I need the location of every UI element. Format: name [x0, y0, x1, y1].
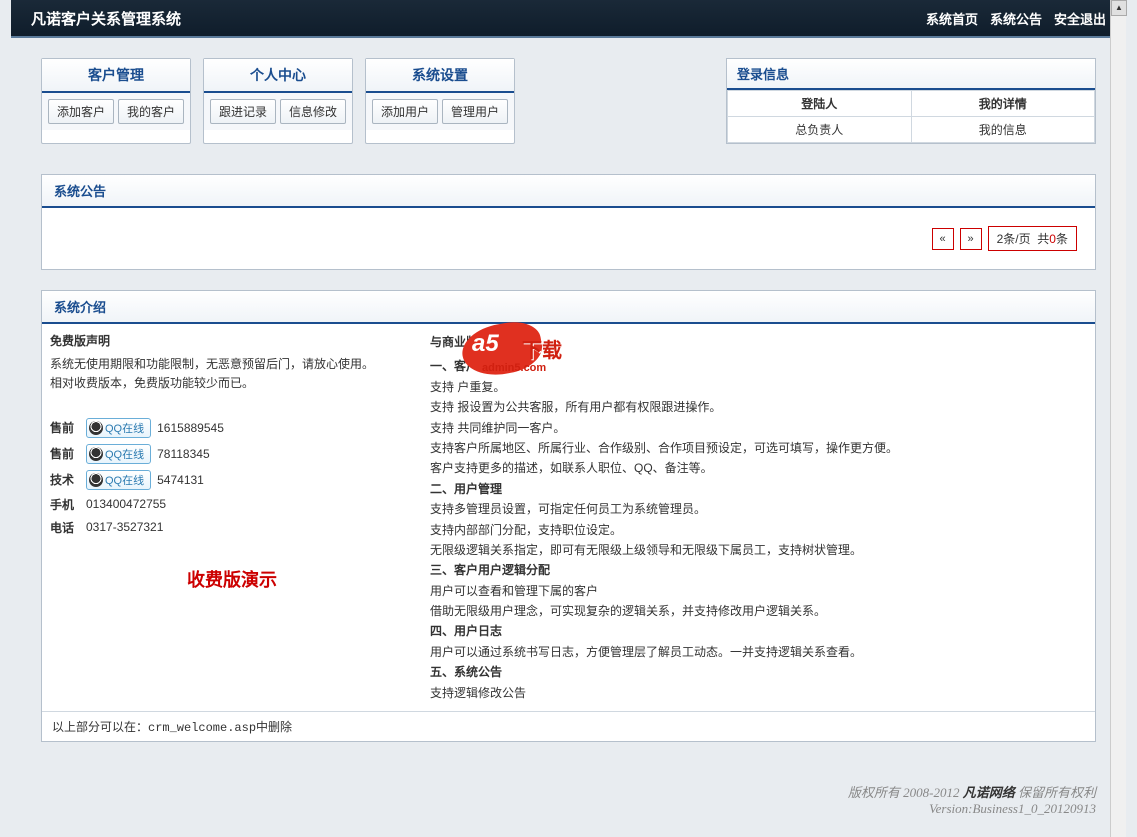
section4-title: 四、用户日志 — [430, 621, 1087, 641]
add-user-button[interactable]: 添加用户 — [372, 99, 438, 124]
copyright-prefix: 版权所有 2008-2012 — [848, 785, 963, 800]
free-line2: 相对收费版本，免费版功能较少而已。 — [50, 374, 414, 393]
login-user-value: 总负责人 — [728, 117, 912, 143]
contact-row: 售前 QQ在线 1615889545 — [50, 418, 414, 438]
qq-badge[interactable]: QQ在线 — [86, 470, 151, 490]
tel-label: 电话 — [50, 519, 80, 536]
contact-row: 技术 QQ在线 5474131 — [50, 470, 414, 490]
login-info-panel: 登录信息 登陆人 我的详情 总负责人 我的信息 — [726, 58, 1096, 144]
version-text: Version:Business1_0_20120913 — [929, 801, 1096, 816]
intro-left: 免费版声明 系统无使用期限和功能限制，无恶意预留后门，请放心使用。 相对收费版本… — [42, 324, 422, 711]
login-header-detail: 我的详情 — [911, 91, 1095, 117]
intro-title: 系统介绍 — [42, 291, 1095, 324]
my-customer-button[interactable]: 我的客户 — [118, 99, 184, 124]
section1-line: 支持 户重复。 — [430, 377, 1087, 397]
contact-label: 售前 — [50, 419, 80, 436]
pager: « » 2条/页 共0条 — [52, 218, 1085, 259]
pager-next-button[interactable]: » — [960, 228, 982, 250]
login-header-user: 登陆人 — [728, 91, 912, 117]
paid-demo-link[interactable]: 收费版演示 — [50, 566, 414, 592]
announce-title: 系统公告 — [42, 175, 1095, 208]
menu-card-customer: 客户管理 添加客户 我的客户 — [41, 58, 191, 144]
announce-panel: 系统公告 « » 2条/页 共0条 — [41, 174, 1096, 270]
menu-card-personal: 个人中心 跟进记录 信息修改 — [203, 58, 353, 144]
diff-heading: 与商业版差异 — [430, 332, 1087, 352]
qq-icon — [89, 447, 103, 461]
pager-total-label: 共 — [1037, 232, 1049, 246]
free-heading: 免费版声明 — [50, 332, 414, 351]
qq-number: 78118345 — [157, 447, 210, 461]
pager-prev-button[interactable]: « — [932, 228, 954, 250]
tel-row: 电话 0317-3527321 — [50, 519, 414, 536]
section3-line: 用户可以查看和管理下属的客户 — [430, 581, 1087, 601]
header: 凡诺客户关系管理系统 系统首页 系统公告 安全退出 — [11, 0, 1126, 38]
tel-number: 0317-3527321 — [86, 520, 163, 534]
section5-line: 支持逻辑修改公告 — [430, 683, 1087, 703]
contact-row: 售前 QQ在线 78118345 — [50, 444, 414, 464]
section1-line: 支持 报设置为公共客服，所有用户都有权限跟进操作。 — [430, 397, 1087, 417]
nav-announce[interactable]: 系统公告 — [990, 9, 1042, 28]
header-nav: 系统首页 系统公告 安全退出 — [926, 9, 1106, 28]
pager-perpage: 2条/页 — [997, 232, 1031, 246]
contact-label: 售前 — [50, 445, 80, 462]
section3-line: 借助无限级用户理念，可实现复杂的逻辑关系，并支持修改用户逻辑关系。 — [430, 601, 1087, 621]
pager-total-count: 0 — [1049, 232, 1056, 246]
nav-home[interactable]: 系统首页 — [926, 9, 978, 28]
section1-line: 客户支持更多的描述，如联系人职位、QQ、备注等。 — [430, 458, 1087, 478]
section4-line: 用户可以通过系统书写日志，方便管理层了解员工动态。一并支持逻辑关系查看。 — [430, 642, 1087, 662]
intro-right: 与商业版差异 一、客户管理 支持 户重复。 支持 报设置为公共客服，所有用户都有… — [422, 324, 1095, 711]
phone-number: 013400472755 — [86, 497, 166, 511]
section1-line: 支持 共同维护同一客户。 — [430, 418, 1087, 438]
add-customer-button[interactable]: 添加客户 — [48, 99, 114, 124]
section2-line: 无限级逻辑关系指定，即可有无限级上级领导和无限级下属员工，支持树状管理。 — [430, 540, 1087, 560]
copyright: 版权所有 2008-2012 凡诺网络 保留所有权利 Version:Busin… — [11, 772, 1126, 837]
login-info-title: 登录信息 — [727, 59, 1095, 90]
manage-user-button[interactable]: 管理用户 — [442, 99, 508, 124]
section2-line: 支持多管理员设置，可指定任何员工为系统管理员。 — [430, 499, 1087, 519]
copyright-brand[interactable]: 凡诺网络 — [963, 785, 1015, 800]
section5-title: 五、系统公告 — [430, 662, 1087, 682]
section3-title: 三、客户用户逻辑分配 — [430, 560, 1087, 580]
scrollbar[interactable]: ▲ — [1110, 0, 1126, 837]
menu-card-title: 个人中心 — [204, 59, 352, 93]
app-title: 凡诺客户关系管理系统 — [31, 8, 181, 29]
qq-badge[interactable]: QQ在线 — [86, 444, 151, 464]
menu-card-system: 系统设置 添加用户 管理用户 — [365, 58, 515, 144]
qq-icon — [89, 473, 103, 487]
phone-row: 手机 013400472755 — [50, 496, 414, 513]
scroll-up-icon[interactable]: ▲ — [1111, 0, 1127, 16]
nav-logout[interactable]: 安全退出 — [1054, 9, 1106, 28]
edit-info-button[interactable]: 信息修改 — [280, 99, 346, 124]
intro-panel: 系统介绍 免费版声明 系统无使用期限和功能限制，无恶意预留后门，请放心使用。 相… — [41, 290, 1096, 742]
section2-line: 支持内部部门分配，支持职位设定。 — [430, 520, 1087, 540]
qq-number: 5474131 — [157, 473, 204, 487]
pager-total-suffix: 条 — [1056, 232, 1068, 246]
qq-number: 1615889545 — [157, 421, 224, 435]
contact-label: 技术 — [50, 471, 80, 488]
menu-card-title: 系统设置 — [366, 59, 514, 93]
section2-title: 二、用户管理 — [430, 479, 1087, 499]
qq-badge[interactable]: QQ在线 — [86, 418, 151, 438]
section1-title: 一、客户管理 — [430, 356, 1087, 376]
qq-icon — [89, 421, 103, 435]
menu-cards: 客户管理 添加客户 我的客户 个人中心 跟进记录 信息修改 系统设置 — [41, 58, 515, 144]
follow-record-button[interactable]: 跟进记录 — [210, 99, 276, 124]
copyright-suffix: 保留所有权利 — [1015, 785, 1096, 800]
menu-card-title: 客户管理 — [42, 59, 190, 93]
login-detail-link[interactable]: 我的信息 — [911, 117, 1095, 143]
free-line1: 系统无使用期限和功能限制，无恶意预留后门，请放心使用。 — [50, 355, 414, 374]
login-table: 登陆人 我的详情 总负责人 我的信息 — [727, 90, 1095, 143]
section1-line: 支持客户所属地区、所属行业、合作级别、合作项目预设定，可选可填写，操作更方便。 — [430, 438, 1087, 458]
pager-info: 2条/页 共0条 — [988, 226, 1077, 251]
phone-label: 手机 — [50, 496, 80, 513]
